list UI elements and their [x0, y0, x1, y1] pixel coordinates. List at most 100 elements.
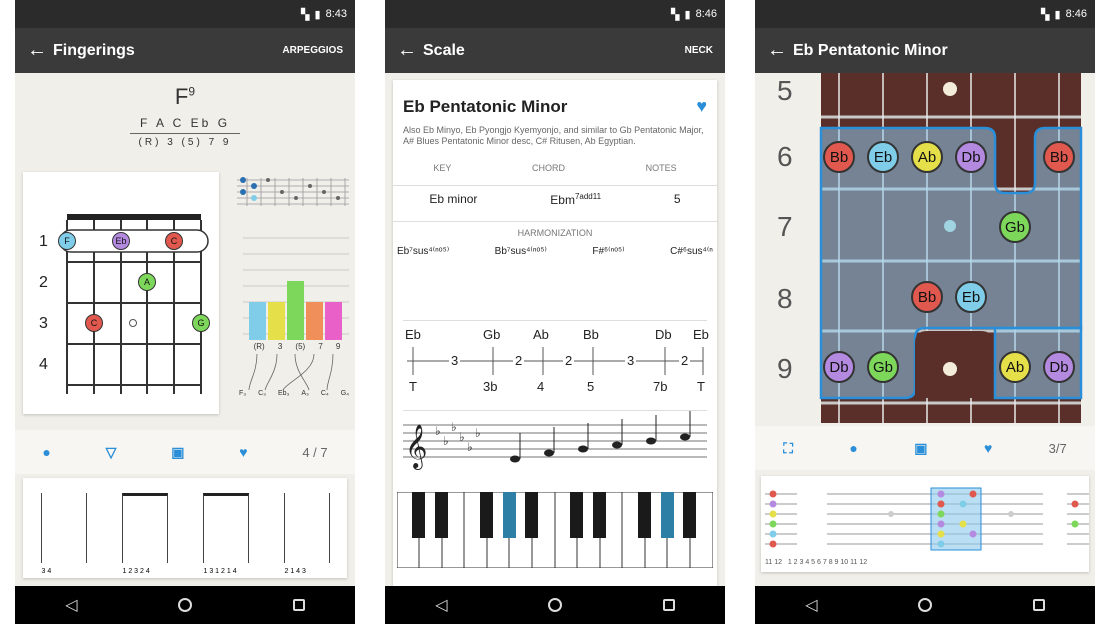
status-time: 8:46 [695, 8, 717, 20]
fret-number: 6 [777, 141, 793, 172]
chord-toolbar: ● ▽ ▣ ♥ 4 / 7 [15, 430, 355, 474]
interval-chart: (R) 3 (5) 7 9 F₃ C₃ Eb₃ A₃ C₄ G₄ [237, 232, 349, 402]
note-dot[interactable]: Ab [999, 351, 1031, 383]
nav-home-icon[interactable] [548, 598, 563, 612]
note-dot[interactable]: C [165, 232, 183, 250]
system-nav-bar: ◁ [15, 586, 355, 624]
note-dot[interactable]: Eb [955, 281, 987, 313]
back-arrow-icon[interactable]: ← [27, 39, 53, 62]
page-title: Fingerings [53, 41, 135, 59]
screenshots-stage: ▚ ▮ 8:43 ← Fingerings ARPEGGIOS F9 F A C… [0, 0, 1107, 624]
system-nav-bar: ◁ [755, 586, 1095, 624]
fret-number: 1 [39, 233, 48, 250]
neck-button[interactable]: NECK [685, 45, 713, 56]
note-dot[interactable]: Eb [112, 232, 130, 250]
scale-steps: Eb Gb Ab Bb Db Eb 3 2 2 3 2 T 3b 4 5 7b … [403, 320, 709, 394]
note-dot[interactable]: Gb [867, 351, 899, 383]
note-dot[interactable]: Ab [911, 141, 943, 173]
thumbnail-4[interactable]: 2 1 4 3 [283, 493, 330, 575]
battery-icon: ▮ [1054, 8, 1061, 21]
favorite-heart-icon[interactable]: ♥ [239, 444, 247, 460]
chord-diagram[interactable]: 1 2 3 4 F Eb C A C G [23, 172, 219, 414]
note-dot[interactable]: A [138, 273, 156, 291]
settings-icon[interactable]: ▣ [914, 440, 927, 457]
thumbnail-1[interactable]: 3 4 [40, 493, 87, 575]
battery-icon: ▮ [314, 8, 321, 21]
favorite-heart-icon[interactable]: ♥ [984, 440, 992, 456]
chord-notes: F A C Eb G [139, 116, 231, 130]
thumbnail-fret-numbers: 11 12 1 2 3 4 5 6 7 8 9 10 11 12 [765, 559, 868, 566]
back-arrow-icon[interactable]: ← [767, 39, 793, 62]
note-dot[interactable]: Db [823, 351, 855, 383]
note-dot[interactable]: C [85, 314, 103, 332]
scale-name: Eb Pentatonic Minor [403, 96, 568, 116]
status-bar: ▚ ▮ 8:46 [385, 0, 725, 28]
nav-recent-icon[interactable] [292, 599, 305, 611]
note-dot[interactable]: Db [1043, 351, 1075, 383]
nav-back-icon[interactable]: ◁ [805, 595, 817, 615]
nav-back-icon[interactable]: ◁ [65, 595, 77, 615]
phone-neck: ▚ ▮ 8:46 ← Eb Pentatonic Minor 5 6 7 8 9… [755, 0, 1095, 624]
phone-fingerings: ▚ ▮ 8:43 ← Fingerings ARPEGGIOS F9 F A C… [15, 0, 355, 624]
app-bar: ← Eb Pentatonic Minor [755, 28, 1095, 73]
key-value: Eb minor [429, 192, 478, 206]
neck-toolbar: ⛶ ● ▣ ♥ 3/7 [755, 426, 1095, 470]
system-nav-bar: ◁ [385, 586, 725, 624]
back-arrow-icon[interactable]: ← [397, 39, 423, 62]
chord-header: F9 F A C Eb G (R) 3 (5) 7 9 [15, 84, 355, 148]
nav-home-icon[interactable] [918, 598, 933, 612]
chord-thumbnails[interactable]: 3 4 1 2 3 2 4 1 3 1 2 1 4 2 1 4 3 [23, 478, 347, 578]
info-headers: KEY CHORD NOTES [433, 163, 677, 173]
svg-text:♭: ♭ [475, 426, 481, 440]
fret-number: 3 [39, 315, 48, 332]
svg-text:♭: ♭ [443, 434, 449, 448]
fret-number: 2 [39, 274, 48, 291]
note-dot[interactable]: Eb [867, 141, 899, 173]
chord-name: F9 [174, 84, 196, 109]
svg-text:♭: ♭ [435, 424, 441, 438]
chord-value: Ebm7add11 [550, 192, 602, 207]
fullscreen-icon[interactable]: ⛶ [783, 440, 793, 457]
chord-intervals: (R) 3 (5) 7 9 [138, 137, 232, 148]
mini-neck[interactable] [237, 174, 349, 216]
phone-scale: ▚ ▮ 8:46 ← Scale NECK Eb Pentatonic Mino… [385, 0, 725, 624]
note-dot[interactable]: G [192, 314, 210, 332]
battery-icon: ▮ [684, 8, 691, 21]
filter-icon[interactable]: ▽ [106, 444, 117, 461]
info-icon[interactable]: ● [42, 444, 50, 460]
app-bar: ← Fingerings ARPEGGIOS [15, 28, 355, 73]
nav-home-icon[interactable] [178, 598, 193, 612]
info-icon[interactable]: ● [849, 440, 857, 456]
neck-thumbnails[interactable]: 11 12 1 2 3 4 5 6 7 8 9 10 11 12 [761, 476, 1089, 572]
fretboard-svg [59, 214, 209, 394]
bar-labels: (R) 3 (5) 7 9 [253, 342, 341, 351]
status-bar: ▚ ▮ 8:43 [15, 0, 355, 28]
note-dot[interactable]: F [58, 232, 76, 250]
note-dot[interactable]: Bb [911, 281, 943, 313]
svg-text:𝄞: 𝄞 [405, 424, 427, 470]
nav-back-icon[interactable]: ◁ [435, 595, 447, 615]
svg-text:♭: ♭ [459, 430, 465, 444]
note-dot[interactable]: Bb [1043, 141, 1075, 173]
nav-recent-icon[interactable] [662, 599, 675, 611]
note-dot[interactable]: Bb [823, 141, 855, 173]
fret-number: 5 [777, 75, 793, 106]
fret-number: 9 [777, 353, 793, 384]
harmonization-list[interactable]: Eb⁷sus⁴⁽ⁿᵒ⁵⁾ Bb⁷sus⁴⁽ⁿᵒ⁵⁾ F#⁶⁽ⁿᵒ⁵⁾ C#⁶sus⁴⁽… [393, 246, 717, 257]
svg-text:♭: ♭ [467, 440, 473, 454]
guitar-neck[interactable]: 5 6 7 8 9 Bb Eb Ab Db Bb Gb Bb Eb Db Gb … [755, 73, 1095, 423]
favorite-heart-icon[interactable]: ♥ [696, 96, 707, 117]
nav-recent-icon[interactable] [1032, 599, 1045, 611]
thumbnail-2[interactable]: 1 2 3 2 4 [121, 493, 168, 575]
note-dot[interactable]: Gb [999, 211, 1031, 243]
piano-keyboard[interactable] [396, 491, 714, 569]
thumbnail-3[interactable]: 1 3 1 2 1 4 [202, 493, 249, 575]
scale-card: Eb Pentatonic Minor ♥ Also Eb Minyo, Eb … [393, 80, 717, 586]
status-time: 8:46 [1065, 8, 1087, 20]
settings-icon[interactable]: ▣ [171, 444, 184, 461]
fret-number: 8 [777, 283, 793, 314]
note-labels: F₃ C₃ Eb₃ A₃ C₄ G₄ [239, 390, 349, 397]
page-indicator: 3/7 [1048, 440, 1067, 456]
note-dot[interactable]: Db [955, 141, 987, 173]
arpeggios-button[interactable]: ARPEGGIOS [282, 45, 343, 56]
